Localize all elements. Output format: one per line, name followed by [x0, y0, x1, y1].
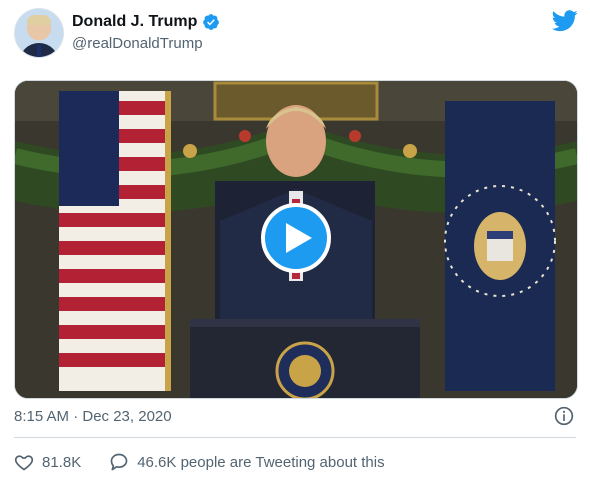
play-button[interactable]	[261, 203, 331, 273]
like-action[interactable]: 81.8K	[14, 452, 81, 472]
author-name-row: Donald J. Trump	[72, 13, 220, 31]
tweeting-count: 46.6K people are Tweeting about this	[137, 453, 385, 471]
heart-icon	[14, 455, 34, 471]
info-icon[interactable]	[554, 406, 574, 426]
avatar-hair	[27, 15, 51, 25]
twitter-bird-icon[interactable]	[552, 10, 578, 32]
divider	[14, 437, 576, 438]
verified-badge-icon	[203, 14, 220, 30]
author-display-name[interactable]: Donald J. Trump	[72, 13, 197, 31]
avatar[interactable]	[14, 8, 64, 58]
speech-bubble-icon	[110, 453, 128, 471]
avatar-tie	[37, 45, 41, 57]
like-count: 81.8K	[42, 453, 82, 471]
tweet-actions: 81.8K 46.6K people are Tweeting about th…	[14, 452, 385, 472]
video-media[interactable]	[14, 80, 578, 399]
play-icon	[285, 223, 312, 253]
tweet-timestamp[interactable]: 8:15 AM · Dec 23, 2020	[14, 408, 172, 425]
reply-action[interactable]: 46.6K people are Tweeting about this	[109, 452, 385, 472]
author-handle[interactable]: @realDonaldTrump	[72, 35, 203, 52]
